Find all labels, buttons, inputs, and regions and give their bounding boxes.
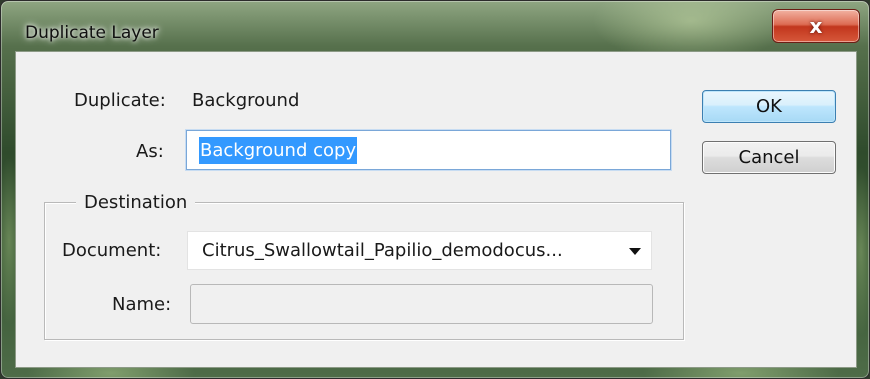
as-input[interactable]: Background copy [185, 129, 672, 171]
duplicate-value: Background [192, 90, 300, 111]
as-label: As: [136, 141, 164, 162]
dialog-client-area: Duplicate: Background As: Background cop… [15, 51, 857, 368]
as-input-selected-text: Background copy [199, 137, 358, 164]
document-label: Document: [62, 240, 162, 261]
destination-group-title: Destination [76, 192, 196, 213]
name-label: Name: [112, 294, 172, 315]
cancel-button[interactable]: Cancel [702, 141, 836, 174]
close-button[interactable]: x [772, 9, 860, 43]
ok-button-label: OK [756, 96, 782, 117]
duplicate-label: Duplicate: [74, 90, 166, 111]
cancel-button-label: Cancel [738, 147, 800, 168]
chevron-down-icon [629, 248, 641, 255]
dialog-window: Duplicate Layer x Duplicate: Background … [0, 0, 870, 379]
document-select[interactable]: Citrus_Swallowtail_Papilio_demodocus... [187, 231, 652, 270]
ok-button[interactable]: OK [702, 90, 836, 123]
window-title: Duplicate Layer [25, 23, 159, 43]
document-select-value: Citrus_Swallowtail_Papilio_demodocus... [202, 240, 563, 261]
name-input[interactable] [190, 284, 653, 324]
close-icon: x [809, 14, 823, 38]
